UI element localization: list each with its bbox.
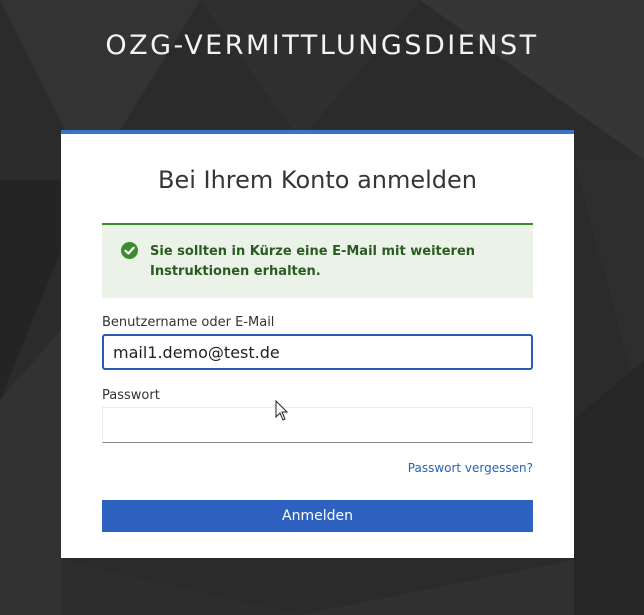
success-alert: Sie sollten in Kürze eine E-Mail mit wei… — [102, 223, 533, 298]
username-input[interactable] — [102, 334, 533, 370]
forgot-password-link[interactable]: Passwort vergessen? — [408, 461, 533, 475]
password-input[interactable] — [102, 407, 533, 443]
password-label: Passwort — [102, 388, 160, 403]
login-card: Bei Ihrem Konto anmelden Sie sollten in … — [61, 130, 574, 558]
alert-message: Sie sollten in Kürze eine E-Mail mit wei… — [150, 244, 476, 279]
username-label: Benutzername oder E-Mail — [102, 315, 275, 330]
mouse-cursor-icon — [275, 400, 289, 421]
page-title: Bei Ihrem Konto anmelden — [157, 166, 478, 194]
brand-title: OZG-VERMITTLUNGSDIENST — [105, 30, 539, 61]
check-circle-icon — [121, 242, 138, 259]
login-button[interactable]: Anmelden — [102, 500, 533, 532]
